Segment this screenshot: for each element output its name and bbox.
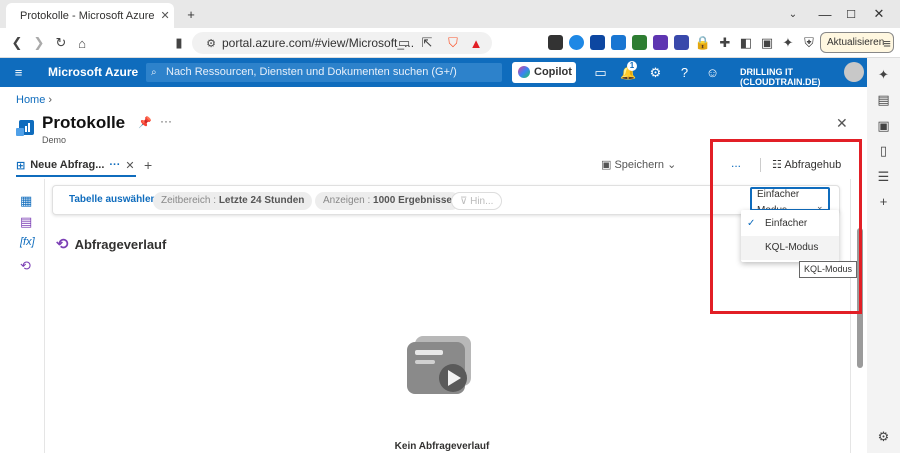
avatar[interactable]	[844, 62, 864, 82]
breadcrumb[interactable]: Home ›	[16, 94, 52, 106]
browser-tab-title: Protokolle - Microsoft Azure	[20, 9, 155, 22]
history-heading: ⟲ Abfrageverlauf	[56, 235, 166, 253]
forward-icon[interactable]: ❯	[30, 34, 48, 52]
extension-icon[interactable]	[674, 35, 689, 50]
brave-rewards-icon[interactable]: ▲	[467, 34, 485, 52]
wallet-icon[interactable]: ▣	[758, 34, 776, 52]
bookmark-icon[interactable]: ▮	[170, 34, 188, 52]
minimize-icon[interactable]: —	[814, 5, 836, 23]
share-icon[interactable]: ⇱	[418, 34, 436, 52]
browser-tab[interactable]: Protokolle - Microsoft Azure ✕	[6, 3, 174, 28]
address-bar: ❮ ❯ ↻ ⌂ ▮ portal.azure.com/#view/Microso…	[0, 28, 900, 58]
bookmarks-icon[interactable]: ▯	[875, 142, 892, 159]
time-range-label: Zeitbereich :	[161, 195, 219, 206]
wallet-icon[interactable]: ▣	[875, 117, 892, 134]
save-label: Speichern	[614, 159, 665, 171]
leo-ai-icon[interactable]: ✦	[779, 34, 797, 52]
tab-more-icon[interactable]: ···	[109, 159, 120, 171]
extension-icon[interactable]	[632, 35, 647, 50]
azure-header: ≡ Microsoft Azure Nach Ressourcen, Diens…	[0, 58, 867, 87]
page-subtitle: Demo	[42, 135, 67, 145]
select-table-button[interactable]: Tabelle auswählen	[69, 194, 157, 205]
add-filter-pill[interactable]: ⊽ Hin...	[451, 192, 503, 210]
divider	[44, 179, 45, 453]
extension-icon[interactable]	[590, 35, 605, 50]
menu-icon[interactable]: ≡	[878, 34, 896, 52]
copilot-icon	[518, 66, 530, 78]
notification-badge: 1	[627, 61, 637, 71]
history-icon: ⟲	[56, 236, 69, 253]
extension-icon[interactable]	[569, 35, 584, 50]
empty-state-text: Kein Abfrageverlauf	[394, 441, 490, 452]
cloud-shell-icon[interactable]: ▭	[592, 64, 609, 81]
tables-icon[interactable]: ▦	[20, 193, 36, 209]
pin-icon[interactable]: 📌	[138, 116, 152, 129]
help-icon[interactable]: ?	[676, 64, 693, 81]
extensions-puzzle-icon[interactable]: ✚	[716, 34, 734, 52]
site-info-icon[interactable]: ⚙	[202, 34, 220, 52]
query-tab[interactable]: ⊞ Neue Abfrag... ··· ✕	[16, 155, 136, 177]
home-icon[interactable]: ⌂	[73, 34, 91, 52]
news-icon[interactable]: ▤	[875, 91, 892, 108]
chevron-right-icon: ›	[45, 94, 53, 106]
back-icon[interactable]: ❮	[8, 34, 26, 52]
time-range-pill[interactable]: Zeitbereich : Letzte 24 Stunden	[153, 192, 313, 210]
show-label: Anzeigen :	[323, 195, 374, 206]
browser-sidebar: ✦ ▤ ▣ ▯ ☰ + ⚙	[867, 58, 900, 453]
profile-shield-icon[interactable]: ⛨	[800, 34, 818, 52]
extension-icon[interactable]	[653, 35, 668, 50]
new-tab-button[interactable]: +	[180, 5, 202, 23]
logs-icon	[16, 120, 34, 136]
close-blade-icon[interactable]: ✕	[836, 115, 848, 132]
show-value: 1000 Ergebnisse	[373, 195, 452, 206]
global-search-input[interactable]: Nach Ressourcen, Diensten und Dokumenten…	[146, 63, 502, 82]
chevron-down-icon: ⌄	[667, 159, 677, 171]
feedback-icon[interactable]: ☺	[704, 64, 721, 81]
reading-list-icon[interactable]: ☰	[875, 168, 892, 185]
show-results-pill[interactable]: Anzeigen : 1000 Ergebnisse	[315, 192, 460, 210]
sidebar-toggle-icon[interactable]: ◧	[737, 34, 755, 52]
close-query-tab-icon[interactable]: ✕	[125, 159, 134, 172]
reload-icon[interactable]: ↻	[52, 34, 70, 52]
breadcrumb-home[interactable]: Home	[16, 94, 45, 106]
portal-menu-icon[interactable]: ≡	[10, 64, 27, 81]
save-icon: ▣	[601, 159, 612, 171]
add-filter-label: Hin...	[470, 196, 494, 207]
extension-icon[interactable]	[611, 35, 626, 50]
history-title: Abfrageverlauf	[74, 236, 167, 252]
filter-icon: ⊽	[460, 196, 471, 207]
query-tab-icon: ⊞	[16, 159, 26, 172]
browser-tab-bar: Protokolle - Microsoft Azure ✕ + ⌄ — ☐ ✕	[0, 0, 900, 28]
page-more-icon[interactable]: ···	[160, 114, 172, 128]
functions-icon[interactable]: [fx]	[20, 236, 36, 252]
search-icon: ⌕	[151, 67, 157, 78]
sidebar-settings-icon[interactable]: ⚙	[875, 428, 892, 445]
highlight-box	[710, 139, 862, 314]
save-button[interactable]: ▣ Speichern ⌄	[601, 158, 676, 171]
empty-history-illustration-icon	[407, 336, 471, 394]
window-close-icon[interactable]: ✕	[868, 5, 890, 23]
time-range-value: Letzte 24 Stunden	[218, 195, 305, 206]
close-tab-icon[interactable]: ✕	[161, 9, 170, 22]
page-title: Protokolle	[42, 113, 126, 132]
leo-ai-icon[interactable]: ✦	[875, 66, 892, 83]
extension-icon[interactable]	[548, 35, 563, 50]
azure-brand[interactable]: Microsoft Azure	[48, 65, 138, 79]
query-history-icon[interactable]: ⟲	[20, 258, 36, 274]
install-app-icon[interactable]: ▭	[395, 34, 413, 52]
settings-icon[interactable]: ⚙	[647, 64, 664, 81]
query-tab-label: Neue Abfrag...	[30, 159, 105, 171]
maximize-icon[interactable]: ☐	[840, 5, 862, 23]
add-query-tab-icon[interactable]: +	[144, 157, 152, 173]
brave-shield-icon[interactable]: ⛉	[444, 34, 462, 52]
queries-icon[interactable]: ▤	[20, 214, 36, 230]
chevron-down-icon[interactable]: ⌄	[782, 5, 804, 23]
add-icon[interactable]: +	[875, 193, 892, 210]
lock-icon[interactable]: 🔒	[694, 34, 712, 52]
